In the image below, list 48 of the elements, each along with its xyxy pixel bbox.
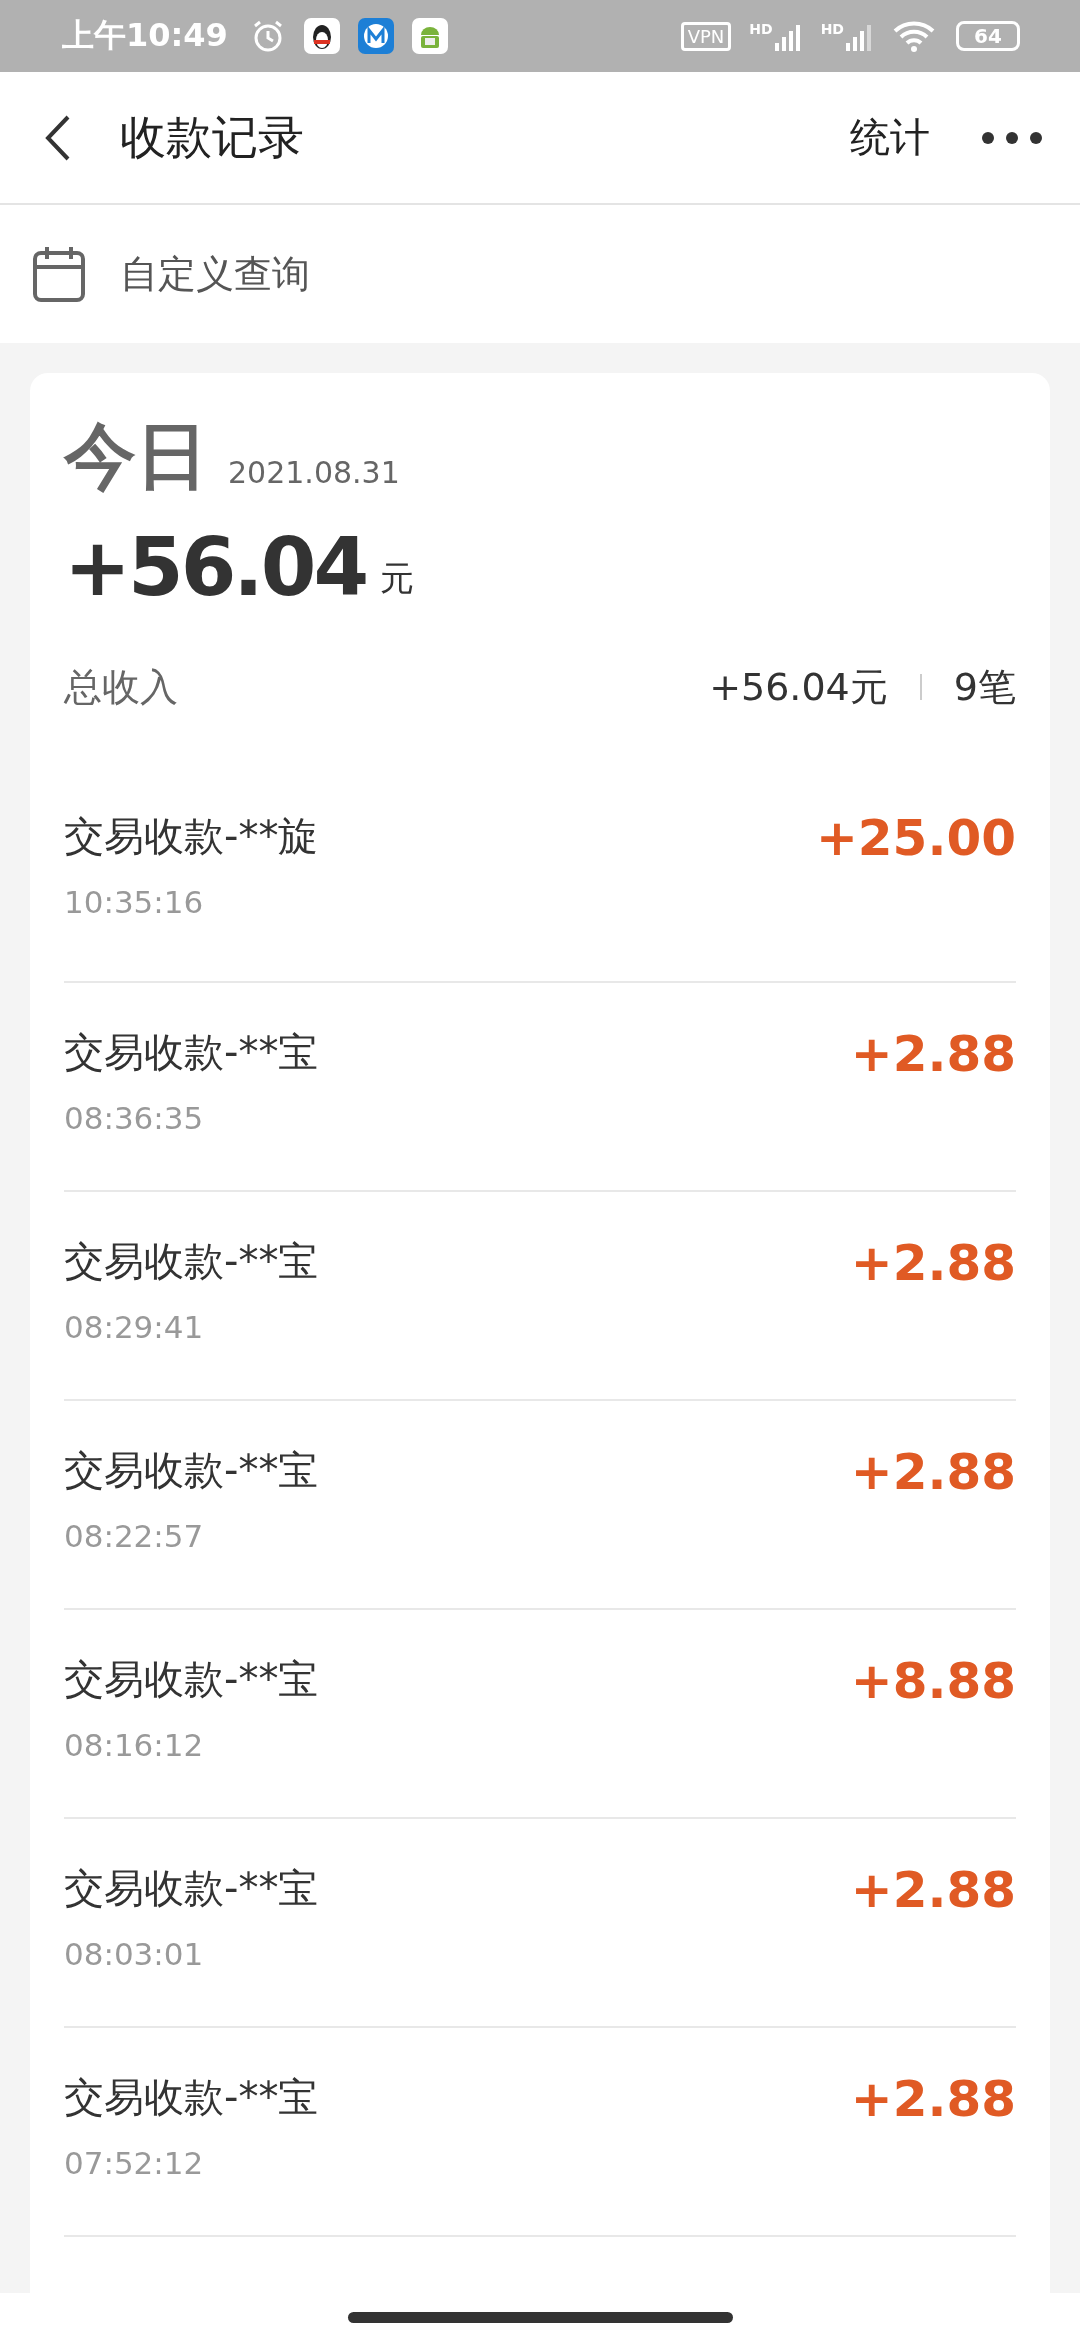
record-amount: +2.88	[850, 2070, 1016, 2129]
record-item[interactable]: 交易收款-**旋 10:35:16 +25.00	[64, 789, 1016, 982]
record-item[interactable]: 交易收款-**宝 08:16:12 +8.88	[64, 1608, 1016, 1818]
income-label: 总收入	[64, 663, 178, 711]
record-item[interactable]: 交易收款-**宝 08:29:41 +2.88	[64, 1190, 1016, 1400]
query-label: 自定义查询	[120, 250, 310, 298]
record-title: 交易收款-**宝	[64, 1864, 319, 1914]
custom-query-row[interactable]: 自定义查询	[0, 205, 1080, 343]
app-icon	[357, 18, 394, 54]
record-item[interactable]: 交易收款-**宝 07:52:12 +2.88	[64, 2026, 1016, 2236]
record-amount: +2.88	[850, 1443, 1016, 1502]
app-icon	[303, 18, 340, 54]
record-time: 08:36:35	[64, 1100, 205, 1137]
income-total: +56.04元	[709, 663, 888, 711]
record-amount: +2.88	[850, 1234, 1016, 1293]
day-label: 今日	[64, 417, 208, 497]
page-title: 收款记录	[120, 108, 304, 166]
calendar-icon	[32, 245, 86, 303]
date-text: 2021.08.31	[228, 455, 400, 491]
battery-level: 64	[974, 24, 1002, 48]
record-title: 交易收款-**宝	[64, 2073, 319, 2123]
status-time: 上午10:49	[62, 15, 228, 56]
record-amount: +8.88	[850, 1652, 1016, 1711]
record-title: 交易收款-**宝	[64, 1655, 319, 1705]
record-item[interactable]: 交易收款-**宝 08:22:57 +2.88	[64, 1399, 1016, 1609]
record-amount: +25.00	[815, 809, 1016, 868]
app-icon	[411, 18, 448, 54]
record-time: 08:03:01	[64, 1936, 205, 1973]
currency-unit: 元	[380, 557, 415, 601]
record-title: 交易收款-**宝	[64, 1028, 319, 1078]
record-item[interactable]: 交易收款-**宝 08:03:01 +2.88	[64, 1817, 1016, 2027]
record-title: 交易收款-**宝	[64, 1237, 319, 1287]
vpn-badge: VPN	[680, 21, 732, 51]
statistics-button[interactable]: 统计	[850, 110, 930, 165]
total-amount: +56.04	[64, 524, 367, 613]
record-time: 08:29:41	[64, 1309, 205, 1346]
record-time: 07:52:12	[64, 2145, 205, 2182]
record-amount: +2.88	[850, 1861, 1016, 1920]
network-label: HD	[820, 21, 844, 37]
record-title: 交易收款-**宝	[64, 1446, 319, 1496]
record-time: 10:35:16	[64, 884, 205, 921]
record-item[interactable]: 交易收款-**宝 08:36:35 +2.88	[64, 981, 1016, 1191]
record-time: 08:22:57	[64, 1518, 205, 1555]
record-title: 交易收款-**旋	[64, 812, 319, 862]
record-amount: +2.88	[850, 1025, 1016, 1084]
network-label: HD	[749, 21, 773, 37]
transaction-count: 9笔	[953, 663, 1016, 711]
record-time: 08:16:12	[64, 1727, 205, 1764]
